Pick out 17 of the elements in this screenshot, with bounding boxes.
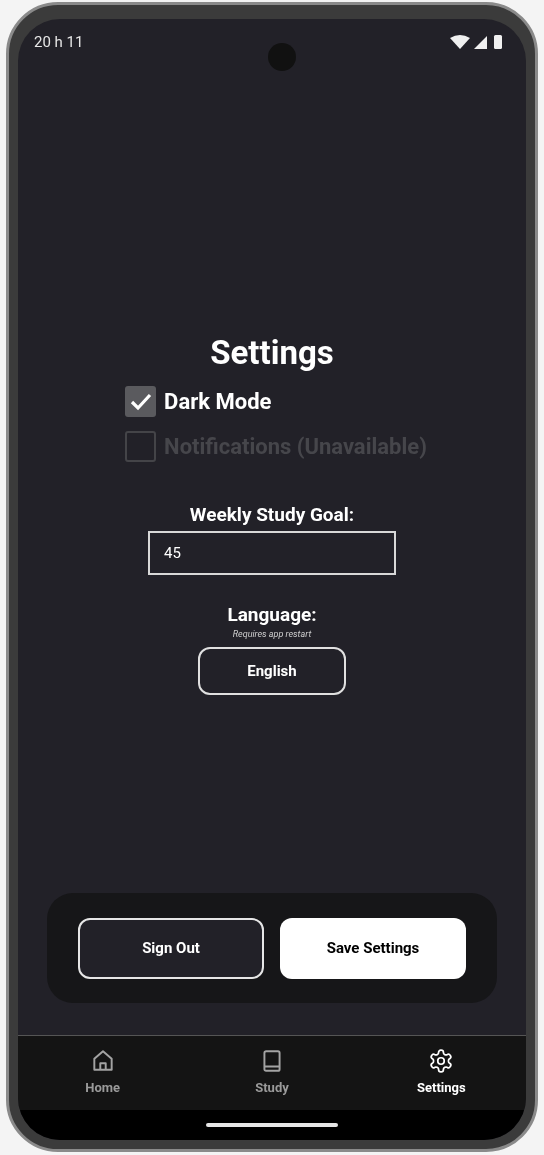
language-button[interactable]: English (198, 647, 346, 695)
nav-tab[interactable]: Settings (356, 1048, 526, 1098)
checkbox[interactable] (125, 386, 157, 417)
restart-hint: Requires app restart (231, 628, 313, 641)
status-time: 20 h 11 (34, 31, 84, 53)
save-button[interactable]: Save Settings (280, 917, 466, 979)
camera-hole (268, 43, 296, 71)
sign-out-button[interactable]: Sign Out (78, 917, 264, 979)
nav-tab[interactable]: Study (187, 1048, 357, 1098)
page-title: Settings (209, 333, 335, 373)
language-label: Language: (226, 603, 318, 627)
checkbox-label: Dark Mode (164, 388, 272, 416)
goal-input-field[interactable]: 45 (148, 531, 396, 575)
goal-label: Weekly Study Goal: (188, 503, 356, 527)
settings-icon (428, 1048, 455, 1075)
check-icon (129, 392, 152, 411)
nav-tab[interactable]: Home (18, 1048, 188, 1098)
